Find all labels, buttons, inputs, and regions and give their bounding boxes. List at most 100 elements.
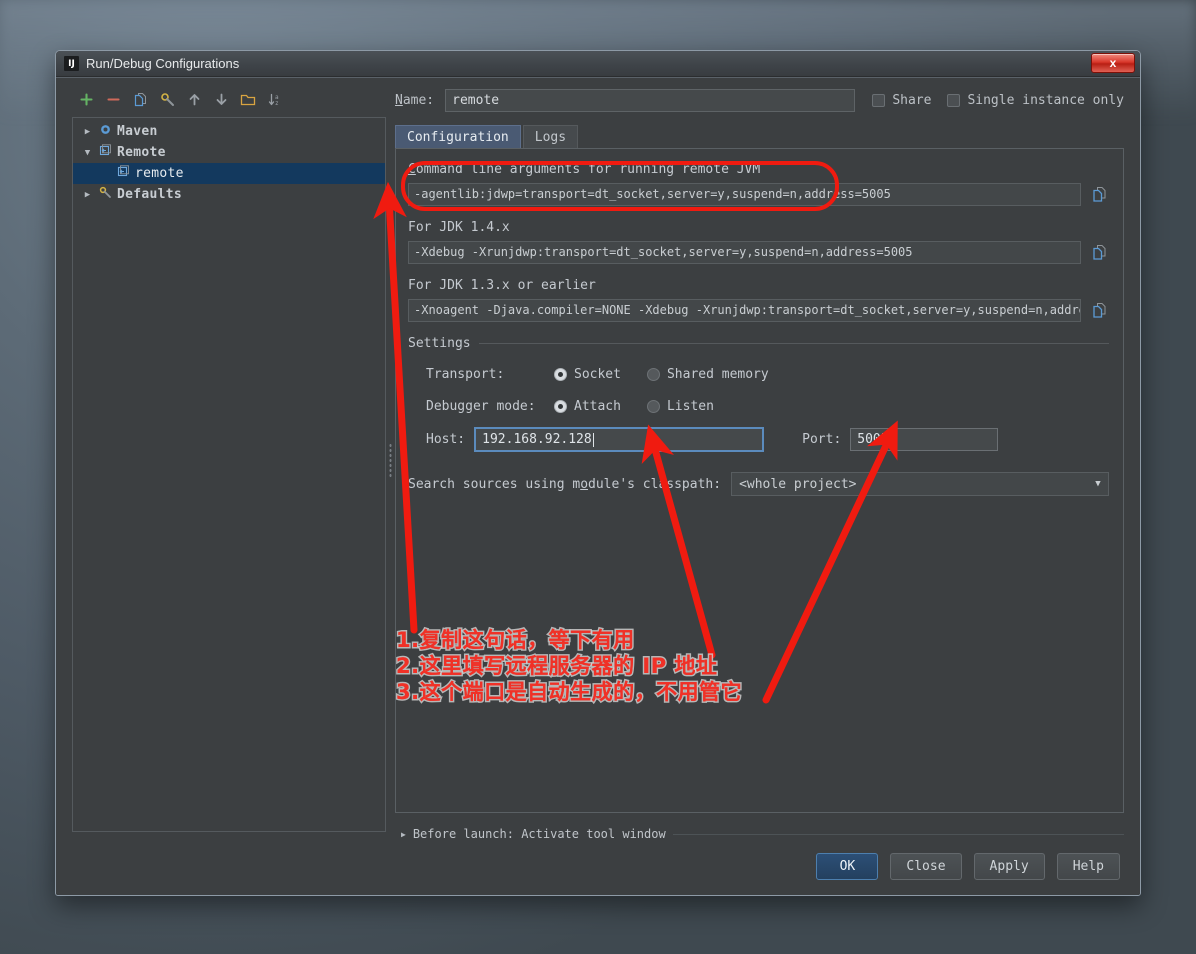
dialog-button-bar: OK Close Apply Help xyxy=(56,841,1140,895)
run-debug-configurations-dialog: IJ Run/Debug Configurations x xyxy=(55,50,1141,896)
divider xyxy=(673,834,1124,835)
checkbox-box xyxy=(872,94,885,107)
radio-dot xyxy=(554,368,567,381)
debugger-mode-row: Debugger mode: Attach Listen xyxy=(408,393,1109,419)
chevron-down-icon[interactable]: ▼ xyxy=(1088,473,1108,495)
radio-label: Socket xyxy=(574,367,621,382)
expand-arrow-icon[interactable]: ▶ xyxy=(401,830,406,839)
tree-node-maven[interactable]: ▶ Maven xyxy=(73,121,385,142)
editor-tabs: Configuration Logs xyxy=(395,125,1124,148)
main-content-row: a z ▶ Maven ▼ xyxy=(56,78,1140,841)
remote-icon xyxy=(99,144,112,161)
apply-button[interactable]: Apply xyxy=(974,853,1045,880)
jdk13-row: -Xnoagent -Djava.compiler=NONE -Xdebug -… xyxy=(408,299,1109,322)
jdk14-label: For JDK 1.4.x xyxy=(408,220,1109,235)
jdk13-label: For JDK 1.3.x or earlier xyxy=(408,278,1109,293)
configuration-panel: Command line arguments for running remot… xyxy=(395,148,1124,813)
defaults-icon xyxy=(99,186,112,203)
name-input[interactable]: remote xyxy=(445,89,855,112)
single-instance-checkbox[interactable]: Single instance only xyxy=(947,93,1124,108)
jdk14-input[interactable]: -Xdebug -Xrunjdwp:transport=dt_socket,se… xyxy=(408,241,1081,264)
search-sources-select[interactable]: <whole project> ▼ xyxy=(731,472,1109,496)
transport-shared-memory-radio[interactable]: Shared memory xyxy=(647,367,769,382)
pane-splitter[interactable] xyxy=(386,78,395,841)
cmdline-label: Command line arguments for running remot… xyxy=(408,162,1109,177)
tree-node-remote-config[interactable]: remote xyxy=(73,163,385,184)
add-icon[interactable] xyxy=(78,91,94,107)
radio-label: Shared memory xyxy=(667,367,769,382)
before-launch-section[interactable]: ▶ Before launch: Activate tool window xyxy=(401,827,1124,841)
cmdline-row: -agentlib:jdwp=transport=dt_socket,serve… xyxy=(408,183,1109,206)
transport-socket-radio[interactable]: Socket xyxy=(554,367,621,382)
debugger-mode-listen-radio[interactable]: Listen xyxy=(647,399,714,414)
host-label: Host: xyxy=(426,432,465,447)
transport-label: Transport: xyxy=(426,367,554,382)
port-label: Port: xyxy=(802,432,841,447)
text-caret xyxy=(593,433,594,447)
transport-row: Transport: Socket Shared memory xyxy=(408,361,1109,387)
copy-cmdline-icon[interactable] xyxy=(1089,185,1109,205)
dialog-body: a z ▶ Maven ▼ xyxy=(56,77,1140,895)
copy-jdk14-icon[interactable] xyxy=(1089,243,1109,263)
search-sources-label: Search sources using module's classpath: xyxy=(408,477,721,492)
radio-label: Attach xyxy=(574,399,621,414)
settings-group-title: Settings xyxy=(408,336,1109,351)
close-window-button[interactable]: x xyxy=(1091,53,1135,73)
tree-node-label: remote xyxy=(135,166,184,181)
configuration-editor-pane: Name: remote Share Single instance only xyxy=(395,78,1140,841)
radio-dot xyxy=(554,400,567,413)
share-label: Share xyxy=(892,93,931,108)
configurations-tree[interactable]: ▶ Maven ▼ Remote xyxy=(72,117,386,832)
collapse-arrow-icon[interactable]: ▼ xyxy=(81,148,94,158)
before-launch-label: Before launch: Activate tool window xyxy=(413,827,666,841)
tab-logs[interactable]: Logs xyxy=(523,125,578,148)
search-sources-row: Search sources using module's classpath:… xyxy=(408,472,1109,496)
debugger-mode-label: Debugger mode: xyxy=(426,399,554,414)
configurations-pane: a z ▶ Maven ▼ xyxy=(56,78,386,841)
radio-dot xyxy=(647,400,660,413)
folder-icon[interactable] xyxy=(240,91,256,107)
port-input[interactable]: 5005 xyxy=(850,428,998,451)
radio-dot xyxy=(647,368,660,381)
jdk14-row: -Xdebug -Xrunjdwp:transport=dt_socket,se… xyxy=(408,241,1109,264)
settings-label: Settings xyxy=(408,336,471,351)
share-checkbox[interactable]: Share xyxy=(872,93,931,108)
tab-configuration[interactable]: Configuration xyxy=(395,125,521,148)
svg-text:z: z xyxy=(275,100,279,107)
intellij-logo-icon: IJ xyxy=(64,56,79,71)
move-up-icon[interactable] xyxy=(186,91,202,107)
host-input[interactable]: 192.168.92.128 xyxy=(474,427,764,452)
copy-jdk13-icon[interactable] xyxy=(1089,301,1109,321)
debugger-mode-attach-radio[interactable]: Attach xyxy=(554,399,621,414)
expand-arrow-icon[interactable]: ▶ xyxy=(81,190,94,200)
name-row: Name: remote Share Single instance only xyxy=(395,88,1124,112)
tree-node-label: Defaults xyxy=(117,187,182,202)
expand-arrow-icon[interactable]: ▶ xyxy=(81,127,94,137)
ok-button[interactable]: OK xyxy=(816,853,878,880)
cmdline-input[interactable]: -agentlib:jdwp=transport=dt_socket,serve… xyxy=(408,183,1081,206)
sort-alphabetically-icon[interactable]: a z xyxy=(267,91,283,107)
tree-node-label: Maven xyxy=(117,124,158,139)
move-down-icon[interactable] xyxy=(213,91,229,107)
window-title: Run/Debug Configurations xyxy=(86,56,239,71)
name-label: Name: xyxy=(395,93,434,108)
search-sources-value: <whole project> xyxy=(739,477,856,492)
jdk13-input[interactable]: -Xnoagent -Djava.compiler=NONE -Xdebug -… xyxy=(408,299,1081,322)
edit-templates-icon[interactable] xyxy=(159,91,175,107)
tree-node-defaults[interactable]: ▶ Defaults xyxy=(73,184,385,205)
config-checkboxes: Share Single instance only xyxy=(872,93,1124,108)
help-button[interactable]: Help xyxy=(1057,853,1120,880)
remote-config-icon xyxy=(117,165,130,182)
host-port-row: Host: 192.168.92.128 Port: 5005 xyxy=(408,427,1109,452)
title-bar: IJ Run/Debug Configurations x xyxy=(56,51,1140,77)
checkbox-box xyxy=(947,94,960,107)
copy-configuration-icon[interactable] xyxy=(132,91,148,107)
remove-icon[interactable] xyxy=(105,91,121,107)
divider xyxy=(479,343,1109,344)
tree-node-label: Remote xyxy=(117,145,166,160)
close-button[interactable]: Close xyxy=(890,853,961,880)
tree-node-remote-group[interactable]: ▼ Remote xyxy=(73,142,385,163)
tree-toolbar: a z xyxy=(72,88,386,110)
radio-label: Listen xyxy=(667,399,714,414)
single-instance-label: Single instance only xyxy=(967,93,1124,108)
